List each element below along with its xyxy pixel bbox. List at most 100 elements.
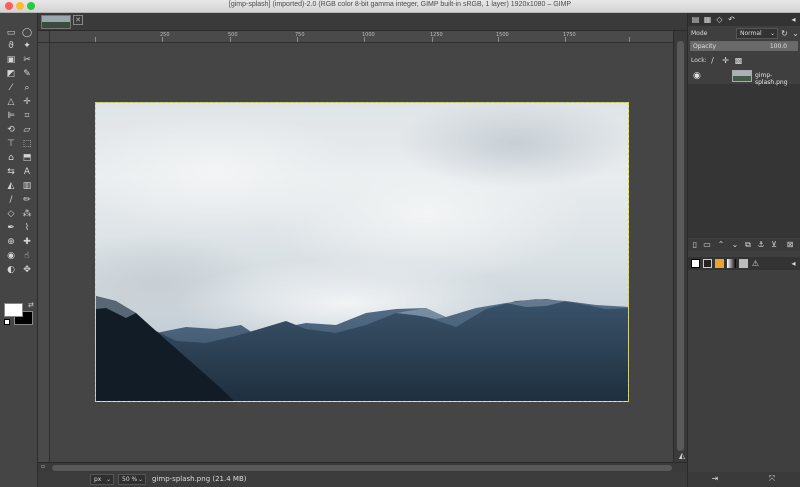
new-layer-group-icon[interactable]: ▭ (702, 240, 712, 250)
opacity-slider[interactable]: Opacity 100.0 (690, 41, 798, 51)
text-tool-icon[interactable]: A (20, 166, 34, 178)
foreground-select-icon[interactable]: ◩ (4, 68, 18, 80)
layers-tab-icon[interactable]: ▤ (691, 15, 700, 24)
eye-icon[interactable]: ◉ (693, 71, 701, 81)
window-title: [gimp-splash] (imported)-2.0 (RGB color … (228, 1, 572, 8)
chevron-down-icon[interactable]: ⌄ (791, 29, 800, 38)
lower-layer-icon[interactable]: ⌄ (730, 240, 740, 250)
undo-history-tab-icon[interactable]: ↶ (727, 15, 736, 24)
bucket-fill-icon[interactable]: ◭ (4, 180, 18, 192)
perspective-icon[interactable]: ⬒ (20, 152, 34, 164)
crop-icon[interactable]: ⌗ (20, 110, 34, 122)
handle-transform-icon[interactable]: ✥ (20, 264, 34, 276)
unified-transform-icon[interactable]: ⟲ (4, 124, 18, 136)
rect-select-icon[interactable]: ▭ (4, 27, 18, 39)
color-picker-icon[interactable]: ⁄ (4, 82, 18, 94)
layer-buttons-bar: ▯ ▭ ⌃ ⌄ ⧉ ⚓ ⊻ ⊠ (688, 239, 800, 251)
horizontal-ruler[interactable]: 250 500 750 1000 1250 1500 1750 (50, 31, 673, 43)
default-colors-icon[interactable] (4, 319, 10, 325)
palettes-tab-icon[interactable] (715, 259, 724, 268)
fuzzy-select-icon[interactable]: ✦ (20, 40, 34, 52)
chevron-down-icon: ⌄ (105, 476, 111, 483)
heal-icon[interactable]: ✚ (20, 236, 34, 248)
lock-label: Lock: (691, 57, 707, 64)
unit-value: px (94, 476, 102, 483)
anchor-layer-icon[interactable]: ⚓ (756, 240, 766, 250)
move-icon[interactable]: ✛ (20, 96, 34, 108)
ink-icon[interactable]: ✒ (4, 222, 18, 234)
zoom-select[interactable]: 50 % ⌄ (118, 474, 146, 485)
close-tab-icon[interactable]: ✕ (73, 15, 83, 25)
vertical-scrollbar[interactable]: ◭ (673, 31, 687, 462)
mypaint-brush-icon[interactable]: ⌇ (20, 222, 34, 234)
image-layer-gimp-splash[interactable] (95, 102, 629, 402)
configure-tab-icon[interactable]: ◂ (789, 15, 798, 24)
warning-icon[interactable]: ⚠ (751, 259, 760, 268)
pencil-icon[interactable]: ✏ (20, 194, 34, 206)
gradient-icon[interactable]: ▥ (20, 180, 34, 192)
merge-layer-icon[interactable]: ⊻ (769, 240, 779, 250)
brushes-tab-icon[interactable] (691, 259, 700, 268)
configure-tab-icon[interactable]: ◂ (789, 259, 798, 268)
paths-tab-icon[interactable]: ◇ (715, 15, 724, 24)
lock-pixels-icon[interactable]: / (708, 56, 717, 65)
swap-colors-icon[interactable]: ⇄ (28, 301, 34, 309)
layers-dock-tabs: ▤ ▦ ◇ ↶ ◂ (688, 13, 800, 26)
smudge-icon[interactable]: ☝ (20, 250, 34, 262)
lock-alpha-icon[interactable]: ▩ (734, 56, 743, 65)
layer-row[interactable]: ◉ gimp-splash.png (688, 68, 800, 86)
layer-list[interactable]: ◉ gimp-splash.png (688, 68, 800, 238)
new-layer-icon[interactable]: ▯ (690, 240, 700, 250)
ruler-tick (95, 37, 96, 42)
mode-select[interactable]: Normal ⌄ (736, 28, 778, 39)
image-tab-thumbnail[interactable] (41, 15, 71, 29)
gimp-window: [gimp-splash] (imported)-2.0 (RGB color … (0, 0, 800, 487)
raise-layer-icon[interactable]: ⌃ (716, 240, 726, 250)
export-icon[interactable]: ⇥ (710, 474, 720, 484)
lock-position-icon[interactable]: ✛ (721, 56, 730, 65)
channels-tab-icon[interactable]: ▦ (703, 15, 712, 24)
layer-thumbnail (732, 70, 752, 82)
gradients-tab-icon[interactable] (727, 259, 736, 268)
vertical-ruler[interactable] (38, 43, 50, 462)
reset-mode-icon[interactable]: ↻ (780, 29, 789, 38)
color-select-icon[interactable]: ▣ (4, 54, 18, 66)
airbrush-icon[interactable]: ⁂ (20, 208, 34, 220)
chevron-down-icon: ⌄ (769, 30, 775, 37)
scale-icon[interactable]: ⬚ (20, 138, 34, 150)
dodge-burn-icon[interactable]: ◐ (4, 264, 18, 276)
shear-icon[interactable]: ▱ (20, 124, 34, 136)
eraser-icon[interactable]: ◇ (4, 208, 18, 220)
reset-icon[interactable]: ⤧ (767, 474, 777, 484)
blur-icon[interactable]: ◉ (4, 250, 18, 262)
warp-transform-icon[interactable]: ⊤ (4, 138, 18, 150)
image-canvas[interactable] (50, 43, 673, 462)
duplicate-layer-icon[interactable]: ⧉ (743, 240, 753, 250)
horizontal-scrollbar[interactable]: ▫ (38, 462, 687, 472)
vertical-scroll-thumb[interactable] (677, 41, 684, 451)
right-dock: ▤ ▦ ◇ ↶ ◂ Mode Normal ⌄ ↻ ⌄ Opacity 100.… (687, 13, 800, 487)
zoom-icon[interactable]: ⌕ (20, 82, 34, 94)
opacity-value: 100.0 (769, 43, 787, 50)
color-swatches[interactable]: ⇄ (4, 301, 34, 333)
cage-transform-icon[interactable]: ⌂ (4, 152, 18, 164)
paintbrush-icon[interactable]: / (4, 194, 18, 206)
unit-select[interactable]: px ⌄ (90, 474, 114, 485)
ruler-tick (565, 37, 566, 42)
delete-layer-icon[interactable]: ⊠ (785, 240, 795, 250)
measure-icon[interactable]: △ (4, 96, 18, 108)
foreground-color[interactable] (4, 303, 23, 317)
clone-icon[interactable]: ⊕ (4, 236, 18, 248)
horizontal-scroll-thumb[interactable] (52, 465, 672, 471)
scissors-select-icon[interactable]: ✂ (20, 54, 34, 66)
free-select-icon[interactable]: ϑ (4, 40, 18, 52)
flip-icon[interactable]: ⇆ (4, 166, 18, 178)
paths-icon[interactable]: ✎ (20, 68, 34, 80)
patterns-tab-icon[interactable] (703, 259, 712, 268)
zoom-to-fit-icon[interactable]: ◭ (679, 451, 685, 460)
opacity-label: Opacity (693, 43, 717, 50)
ellipse-select-icon[interactable]: ◯ (20, 27, 34, 39)
brushes-panel[interactable] (688, 270, 800, 470)
align-icon[interactable]: ⊫ (4, 110, 18, 122)
fonts-tab-icon[interactable] (739, 259, 748, 268)
